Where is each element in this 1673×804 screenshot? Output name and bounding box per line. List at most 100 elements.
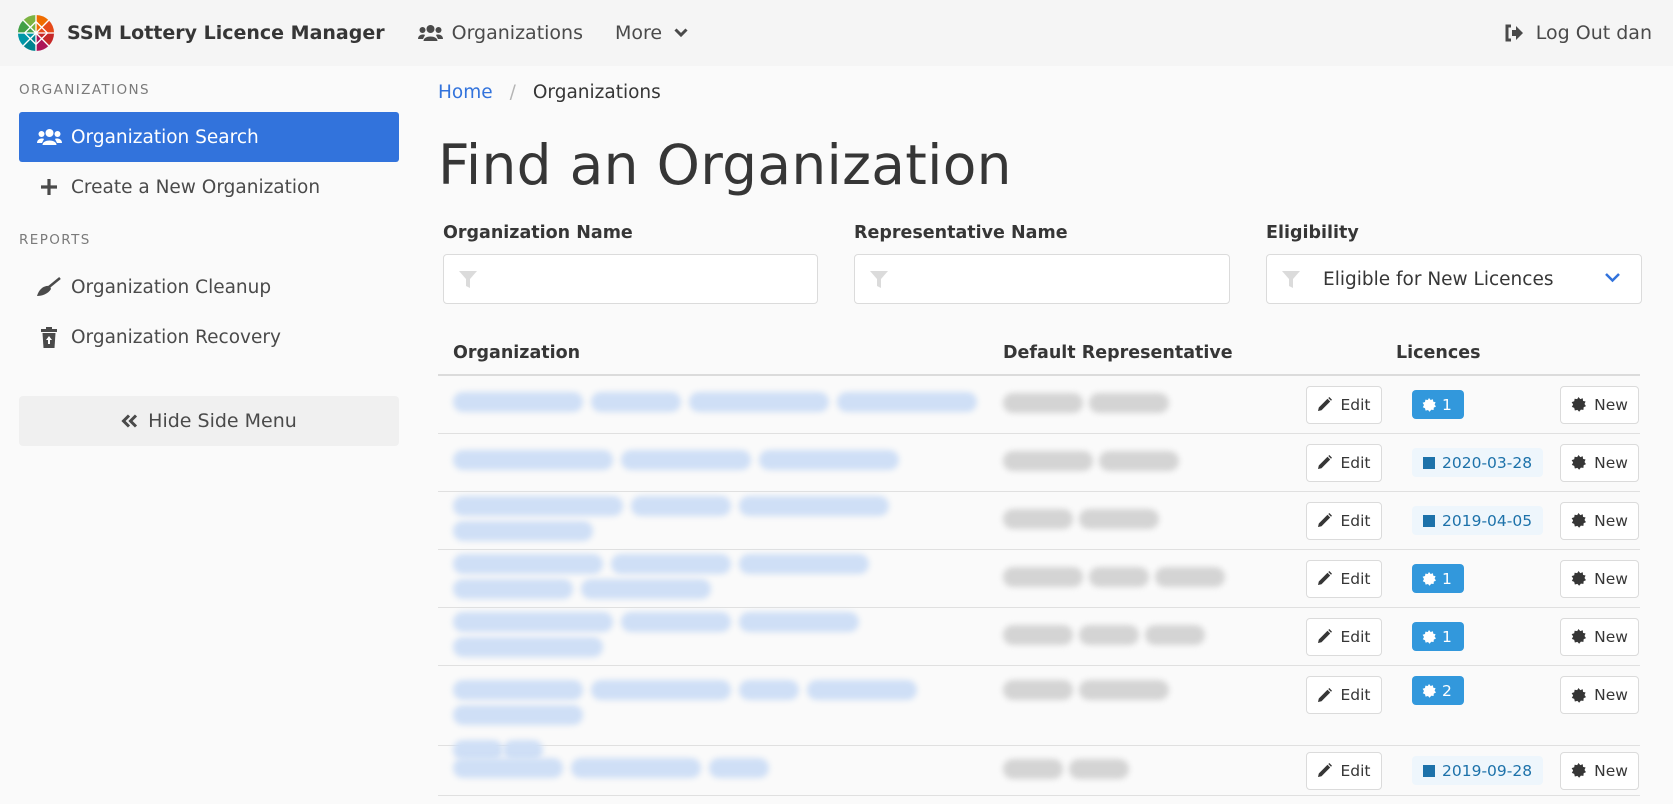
certificate-icon bbox=[1571, 571, 1587, 586]
edit-cell: Edit bbox=[1306, 443, 1382, 482]
edit-button[interactable]: Edit bbox=[1306, 751, 1382, 790]
eligibility-selected-value: Eligible for New Licences bbox=[1323, 268, 1554, 290]
new-label: New bbox=[1594, 453, 1628, 472]
licence-date: 2019-09-28 bbox=[1442, 761, 1533, 780]
menu-label-organizations: Organizations bbox=[19, 82, 150, 98]
organization-link[interactable] bbox=[438, 758, 1003, 783]
new-licence-button[interactable]: New bbox=[1560, 501, 1639, 540]
breadcrumb-home-link[interactable]: Home bbox=[438, 82, 493, 103]
menu-label-reports: Reports bbox=[19, 232, 91, 248]
plus-icon bbox=[41, 179, 57, 195]
licence-date-tag[interactable]: 2019-04-05 bbox=[1412, 506, 1544, 535]
nav-more-label: More bbox=[615, 22, 663, 44]
new-licence-button[interactable]: New bbox=[1560, 443, 1639, 482]
sidebar-item-create-organization[interactable]: Create a New Organization bbox=[19, 162, 399, 212]
certificate-icon bbox=[1422, 397, 1436, 412]
table-row: Edit 1 New bbox=[438, 376, 1640, 434]
eligibility-select[interactable]: Eligible for New Licences bbox=[1266, 254, 1642, 304]
licence-cell: 2019-09-28 bbox=[1412, 756, 1544, 785]
table-header: Organization Default Representative Lice… bbox=[438, 332, 1640, 376]
new-label: New bbox=[1594, 395, 1628, 414]
edit-label: Edit bbox=[1340, 395, 1371, 414]
certificate-icon bbox=[1571, 763, 1587, 778]
default-representative bbox=[1003, 758, 1293, 783]
organization-name-field[interactable] bbox=[443, 254, 818, 304]
edit-label: Edit bbox=[1340, 511, 1371, 530]
organization-link[interactable] bbox=[438, 450, 1003, 475]
table-row: Edit 2019-04-05 New bbox=[438, 492, 1640, 550]
breadcrumb-separator: / bbox=[509, 82, 516, 103]
organization-link[interactable] bbox=[438, 553, 1003, 604]
new-label: New bbox=[1594, 511, 1628, 530]
edit-button[interactable]: Edit bbox=[1306, 443, 1382, 482]
licence-count-tag[interactable]: 1 bbox=[1412, 622, 1464, 651]
column-header-representative: Default Representative bbox=[1003, 343, 1233, 363]
angle-double-left-icon bbox=[121, 414, 138, 428]
broom-icon bbox=[37, 277, 61, 296]
logout-label: Log Out dan bbox=[1535, 22, 1652, 44]
sign-out-icon bbox=[1505, 24, 1523, 42]
representative-name-field[interactable] bbox=[854, 254, 1230, 304]
filter-bar: Organization Name Representative Name El… bbox=[438, 223, 1651, 304]
edit-button[interactable]: Edit bbox=[1306, 559, 1382, 598]
edit-cell: Edit bbox=[1306, 617, 1382, 656]
licence-date-tag[interactable]: 2019-09-28 bbox=[1412, 756, 1544, 785]
side-menu: Organizations Organization Search Create… bbox=[19, 66, 399, 446]
trash-restore-icon bbox=[41, 326, 57, 348]
certificate-icon bbox=[1571, 629, 1587, 644]
organization-name-input[interactable] bbox=[488, 255, 817, 303]
licence-count: 2 bbox=[1442, 681, 1452, 700]
column-header-licences: Licences bbox=[1396, 343, 1481, 363]
organization-link[interactable] bbox=[438, 392, 1003, 417]
certificate-icon bbox=[1571, 687, 1587, 703]
organization-link[interactable] bbox=[438, 495, 1003, 546]
representative-name-input[interactable] bbox=[899, 255, 1229, 303]
app-logo-icon bbox=[17, 14, 55, 52]
sidebar-item-organization-cleanup[interactable]: Organization Cleanup bbox=[19, 262, 399, 312]
licence-count: 1 bbox=[1442, 569, 1452, 588]
new-licence-button[interactable]: New bbox=[1560, 676, 1639, 714]
calendar-square-icon bbox=[1423, 764, 1435, 777]
default-representative bbox=[1003, 450, 1293, 475]
filter-icon bbox=[870, 271, 888, 288]
default-representative bbox=[1003, 392, 1293, 417]
edit-cell: Edit bbox=[1306, 501, 1382, 540]
edit-button[interactable]: Edit bbox=[1306, 676, 1382, 714]
sidebar-item-label: Organization Search bbox=[71, 126, 259, 148]
filter-icon bbox=[459, 271, 477, 288]
new-licence-button[interactable]: New bbox=[1560, 751, 1639, 790]
default-representative bbox=[1003, 566, 1293, 591]
licence-count-tag[interactable]: 1 bbox=[1412, 390, 1464, 419]
pencil-icon bbox=[1318, 397, 1333, 411]
hide-side-menu-button[interactable]: Hide Side Menu bbox=[19, 396, 399, 446]
new-licence-button[interactable]: New bbox=[1560, 385, 1639, 424]
logout-button[interactable]: Log Out dan bbox=[1504, 0, 1652, 66]
calendar-square-icon bbox=[1423, 456, 1435, 469]
licence-date-tag[interactable]: 2020-03-28 bbox=[1412, 448, 1544, 477]
organization-link[interactable] bbox=[438, 611, 1003, 662]
brand[interactable]: SSM Lottery Licence Manager bbox=[17, 14, 385, 52]
main-content: Home / Organizations Find an Organizatio… bbox=[438, 66, 1651, 796]
pencil-icon bbox=[1318, 629, 1333, 643]
nav-organizations[interactable]: Organizations bbox=[417, 22, 583, 44]
sidebar-item-organization-recovery[interactable]: Organization Recovery bbox=[19, 312, 399, 362]
filter-icon bbox=[1282, 271, 1300, 288]
edit-button[interactable]: Edit bbox=[1306, 385, 1382, 424]
licence-cell: 1 bbox=[1412, 390, 1464, 419]
licence-count-tag[interactable]: 2 bbox=[1412, 676, 1464, 705]
sidebar-item-label: Organization Cleanup bbox=[71, 276, 272, 298]
sidebar-item-organization-search[interactable]: Organization Search bbox=[19, 112, 399, 162]
certificate-icon bbox=[1571, 397, 1587, 412]
table-row: Edit 2 New bbox=[438, 666, 1640, 760]
representative-name-filter: Representative Name bbox=[854, 223, 1230, 304]
nav-more-dropdown[interactable]: More bbox=[615, 22, 688, 44]
sidebar-item-label: Organization Recovery bbox=[71, 326, 281, 348]
edit-label: Edit bbox=[1340, 627, 1371, 646]
new-licence-button[interactable]: New bbox=[1560, 617, 1639, 656]
edit-button[interactable]: Edit bbox=[1306, 501, 1382, 540]
hide-side-menu-label: Hide Side Menu bbox=[148, 410, 297, 432]
licence-count: 1 bbox=[1442, 395, 1452, 414]
new-licence-button[interactable]: New bbox=[1560, 559, 1639, 598]
edit-button[interactable]: Edit bbox=[1306, 617, 1382, 656]
licence-count-tag[interactable]: 1 bbox=[1412, 564, 1464, 593]
